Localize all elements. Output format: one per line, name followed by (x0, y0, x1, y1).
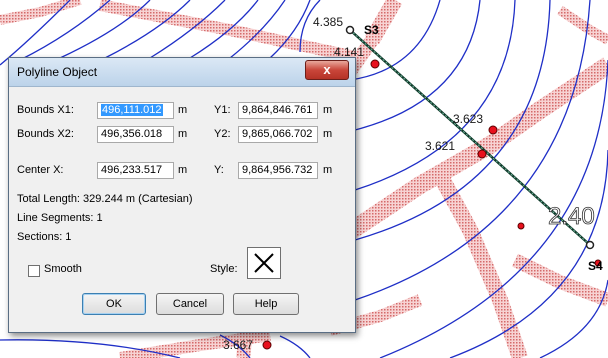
style-label: Style: (210, 263, 238, 275)
elevation-label-5: 3.667 (223, 338, 253, 352)
station-s3-marker (345, 25, 355, 35)
cancel-button[interactable]: Cancel (156, 293, 224, 315)
contour-label: 2.40 (548, 203, 595, 230)
dialog-titlebar[interactable]: Polyline Object x (9, 58, 355, 87)
bounds-x1-unit: m (178, 104, 188, 116)
elevation-label-1: 4.385 (313, 15, 343, 29)
center-x-unit: m (178, 164, 188, 176)
sections-text: Sections: 1 (17, 231, 72, 243)
station-label-s4: S4 (588, 259, 603, 273)
station-s4-marker (585, 240, 595, 250)
y2-label: Y2: (214, 128, 231, 140)
bounds-x2-label: Bounds X2: (17, 128, 74, 140)
y1-unit: m (323, 104, 333, 116)
center-y-label: Y: (214, 164, 224, 176)
polyline-object-dialog: Polyline Object x Bounds X1: 496,111.012… (8, 57, 356, 333)
center-y-unit: m (323, 164, 333, 176)
line-segments-text: Line Segments: 1 (17, 212, 103, 224)
center-x-label: Center X: (17, 164, 64, 176)
help-button[interactable]: Help (233, 293, 299, 315)
elevation-label-3: 3.623 (453, 112, 483, 126)
close-button[interactable]: x (305, 60, 349, 80)
center-y-field[interactable]: 9,864,956.732 (238, 162, 318, 179)
smooth-label: Smooth (44, 263, 82, 275)
style-button[interactable] (247, 247, 281, 279)
elevation-label-4: 3.621 (425, 139, 455, 153)
y2-field[interactable]: 9,865,066.702 (238, 126, 318, 143)
ok-button[interactable]: OK (82, 293, 146, 315)
station-label-s3: S3 (364, 23, 379, 37)
center-x-field[interactable]: 496,233.517 (97, 162, 174, 179)
y1-label: Y1: (214, 104, 231, 116)
bounds-x2-unit: m (178, 128, 188, 140)
dialog-title: Polyline Object (17, 65, 98, 79)
close-icon: x (323, 62, 331, 77)
y1-field[interactable]: 9,864,846.761 (238, 102, 318, 119)
smooth-checkbox[interactable] (28, 265, 40, 277)
bounds-x2-field[interactable]: 496,356.018 (97, 126, 174, 143)
y2-unit: m (323, 128, 333, 140)
total-length-text: Total Length: 329.244 m (Cartesian) (17, 193, 193, 205)
bounds-x1-label: Bounds X1: (17, 104, 74, 116)
x-line-style-icon (254, 253, 274, 273)
bounds-x1-field[interactable]: 496,111.012 (97, 102, 174, 119)
